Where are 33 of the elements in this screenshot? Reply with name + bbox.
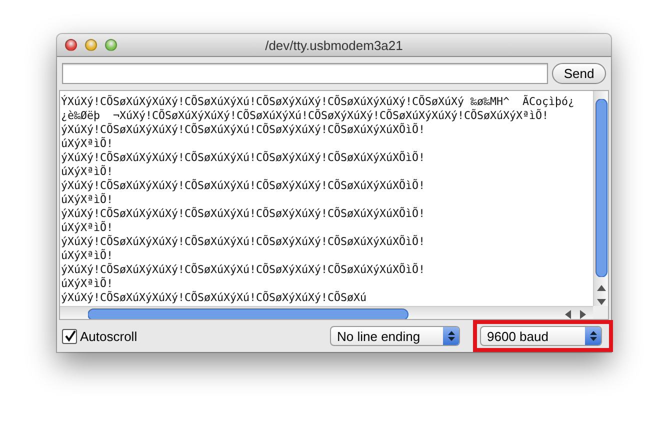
scroll-left-icon[interactable] xyxy=(564,310,572,318)
scrollbar-corner xyxy=(593,306,608,319)
autoscroll-checkbox[interactable] xyxy=(62,328,77,344)
console-line: ýXúXý!CÕSøXúXýXúXý!CÕSøXúXýXú!CÕSøXýXúXý!CÕSøXúXýXúXÕìÕ! xyxy=(61,123,426,137)
console-line: ýXúXý!CÕSøXúXýXúXý!CÕSøXúXýXú!CÕSøXýXúXý!CÕSøXú xyxy=(61,291,367,305)
input-field[interactable] xyxy=(62,63,548,84)
autoscroll-label: Autoscroll xyxy=(80,328,138,344)
console-line: ¿è‰Øëþ ¬XúXý!CÕSøXúXýXúXý!CÕSøXúXýXú!CÕSøXýXúXý!CÕSøXúXýXúXý!CÕSøXúXýXªìÕ! xyxy=(61,109,549,123)
stepper-arrows-icon xyxy=(585,327,601,345)
horizontal-scrollbar[interactable] xyxy=(60,306,593,319)
window-title: /dev/tty.usbmodem3a21 xyxy=(264,38,404,52)
console-line: ýXúXý!CÕSøXúXýXúXý!CÕSøXúXýXú!CÕSøXýXúXý!CÕSøXúXýXúXÕìÕ! xyxy=(61,179,426,193)
console-line: ýXúXý!CÕSøXúXýXúXý!CÕSøXúXýXú!CÕSøXýXúXý!CÕSøXúXýXúXÕìÕ! xyxy=(61,235,426,249)
vertical-scrollbar[interactable] xyxy=(593,91,608,306)
console-line: ýXúXý!CÕSøXúXýXúXý!CÕSøXúXýXú!CÕSøXýXúXý!CÕSøXúXýXúXÕìÕ! xyxy=(61,263,426,277)
console-line: úXýXªìÕ! xyxy=(61,165,114,179)
scroll-right-icon[interactable] xyxy=(579,310,587,318)
console-line: úXýXªìÕ! xyxy=(61,249,114,263)
close-icon[interactable] xyxy=(65,39,77,51)
zoom-icon[interactable] xyxy=(105,39,117,51)
send-button[interactable]: Send xyxy=(552,63,606,84)
stepper-arrows-icon xyxy=(443,327,459,345)
console-line: úXýXªìÕ! xyxy=(61,277,114,291)
console-line: ÝXúXý!CÕSøXúXýXúXý!CÕSøXúXýXú!CÕSøXýXúXý!CÕSøXúXýXúXý!CÕSøXúXý ‰ø‰MH^ ÃCoçìþó¿ xyxy=(61,95,575,109)
console-line: ýXúXý!CÕSøXúXýXúXý!CÕSøXúXýXú!CÕSøXýXúXý!CÕSøXúXýXúXÕìÕ! xyxy=(61,207,426,221)
baud-select[interactable]: 9600 baud xyxy=(480,326,602,346)
minimize-icon[interactable] xyxy=(85,39,97,51)
scroll-up-icon[interactable] xyxy=(596,284,606,292)
console-line: ýXúXý!CÕSøXúXýXúXý!CÕSøXúXýXú!CÕSøXýXúXý!CÕSøXúXýXúXÕìÕ! xyxy=(61,151,426,165)
line-ending-select[interactable]: No line ending xyxy=(330,326,460,346)
console-line: úXýXªìÕ! xyxy=(61,193,114,207)
console-line: úXýXªìÕ! xyxy=(61,137,114,151)
console-line: úXýXªìÕ! xyxy=(61,221,114,235)
